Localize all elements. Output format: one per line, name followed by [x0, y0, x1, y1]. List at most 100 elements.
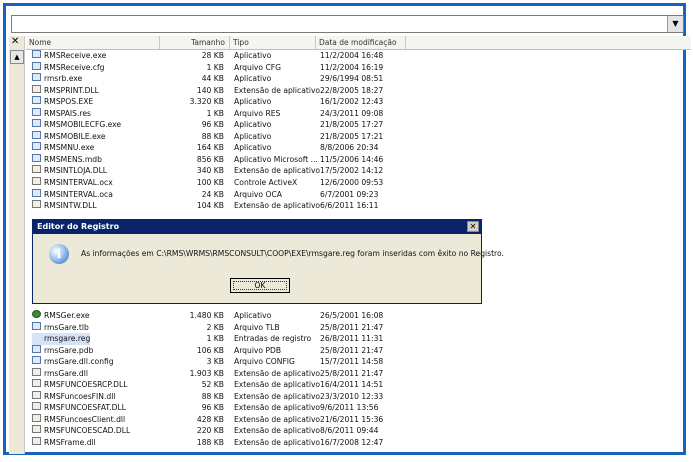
file-type: Aplicativo: [234, 143, 272, 153]
file-row[interactable]: RMSPAIS.res 1 KB Arquivo RES 24/3/2011 09:0…: [26, 107, 686, 120]
file-size: 44 KB: [201, 74, 224, 84]
file-size: 28 KB: [201, 51, 224, 60]
file-row[interactable]: RMSMOBILE.exe 88 KB Aplicativo 21/8/2005 17…: [26, 130, 686, 143]
file-date: 25/8/2011 21:47: [320, 368, 384, 378]
file-type: Extensão de aplicativo: [234, 368, 321, 378]
file-name: rmsgare.reg: [32, 333, 91, 345]
address-dropdown-icon[interactable]: ▼: [667, 16, 683, 32]
file-row[interactable]: RMSPRINT.DLL 140 KB Extensão de aplicativo…: [26, 84, 686, 97]
file-row[interactable]: RMSReceive.cfg 1 KB Arquivo CFG 11/2/2004 1…: [26, 61, 686, 74]
header-type[interactable]: Tipo: [230, 36, 316, 49]
file-row[interactable]: RMSFUNCOESFAT.DLL 96 KB Extensão de aplica…: [26, 402, 686, 414]
file-type: Controle ActiveX: [234, 178, 298, 188]
file-date: 8/8/2006 20:34: [320, 143, 379, 153]
address-bar[interactable]: ▼: [11, 15, 684, 33]
file-size: 1 KB: [206, 334, 224, 344]
file-size: 1 KB: [206, 62, 224, 72]
file-size: 140 KB: [196, 85, 224, 95]
file-name: RMSINTLOJA.DLL: [44, 166, 108, 176]
file-type: Arquivo RES: [234, 108, 281, 118]
file-date: 11/5/2006 14:46: [320, 154, 384, 164]
file-name: RMSMOBILECFG.exe: [44, 120, 122, 130]
file-size: 1 KB: [206, 108, 224, 118]
file-date: 21/8/2005 17:27: [320, 120, 384, 130]
column-header: Nome Tamanho Tipo Data de modificação: [26, 36, 691, 50]
file-name: RMSMOBILE.exe: [44, 131, 106, 141]
file-row[interactable]: RMSINTERVAL.ocx 100 KB Controle ActiveX 12/…: [26, 177, 686, 189]
file-name: RMSFrame.dll: [44, 438, 96, 448]
file-row[interactable]: RMSPOS.EXE 3.320 KB Aplicativo 16/1/2002 12…: [26, 96, 686, 108]
dialog-close-icon[interactable]: ✕: [467, 221, 479, 232]
file-row[interactable]: RMSFUNCOESRCP.DLL 52 KB Extensão de aplica…: [26, 379, 686, 391]
file-name: rmsGare.tlb: [44, 322, 89, 332]
dialog-message: As informações em C:\RMS\WRMS\RMSCONSULT…: [81, 249, 504, 258]
registry-editor-dialog: Editor do Registro ✕ i As informações em…: [32, 219, 504, 304]
file-size: 88 KB: [201, 131, 224, 141]
file-row[interactable]: RMSINTLOJA.DLL 340 KB Extensão de aplicati…: [26, 165, 686, 177]
file-date: 21/6/2011 15:36: [320, 414, 384, 424]
file-name: RMSMNU.exe: [44, 143, 95, 153]
file-name: rmsGare.dll: [44, 368, 88, 378]
file-date: 16/7/2008 12:47: [320, 438, 384, 448]
file-row[interactable]: RMSReceive.exe 28 KB Aplicativo 11/2/2004 1…: [26, 50, 686, 62]
file-row[interactable]: RMSFUNCOESCAD.DLL 220 KB Extensão de aplic…: [26, 425, 686, 437]
file-size: 100 KB: [196, 178, 224, 188]
file-date: 8/6/2011 09:44: [320, 426, 379, 436]
file-size: 2 KB: [206, 322, 224, 332]
file-name: RMSPAIS.res: [44, 108, 91, 118]
file-type: Extensão de aplicativo: [234, 391, 321, 401]
file-type: Extensão de aplicativo: [234, 380, 321, 390]
file-type: Aplicativo: [234, 51, 272, 60]
ok-button[interactable]: OK: [230, 278, 290, 293]
file-name: RMSINTERVAL.ocx: [44, 178, 113, 188]
file-size: 188 KB: [196, 438, 224, 448]
file-date: 11/2/2004 16:19: [320, 62, 384, 72]
file-row[interactable]: rmsGare.tlb 2 KB Arquivo TLB 25/8/2011 21:4…: [26, 321, 686, 334]
file-date: 15/7/2011 14:58: [320, 357, 384, 367]
file-type: Extensão de aplicativo: [234, 414, 321, 424]
file-type: Entradas de registro: [234, 334, 312, 344]
file-name: RMSFUNCOESFAT.DLL: [44, 403, 126, 413]
file-size: 1.480 KB: [189, 311, 224, 320]
close-pane-icon[interactable]: ✕: [11, 36, 19, 47]
file-size: 164 KB: [196, 143, 224, 153]
file-date: 29/6/1994 08:51: [320, 74, 384, 84]
file-date: 9/6/2011 13:56: [320, 403, 379, 413]
file-row[interactable]: RMSMOBILECFG.exe 96 KB Aplicativo 21/8/2005…: [26, 119, 686, 131]
file-type: Arquivo CFG: [234, 62, 282, 72]
file-type: Aplicativo: [234, 120, 272, 130]
file-type: Extensão de aplicativo: [234, 426, 321, 436]
file-date: 26/8/2011 11:31: [320, 334, 384, 344]
file-size: 340 KB: [196, 166, 224, 176]
file-row[interactable]: RMSFuncoesClient.dll 428 KB Extensão de ap…: [26, 413, 686, 426]
file-name: RMSFuncoesClient.dll: [44, 414, 126, 424]
file-row[interactable]: rmsGare.dll 1.903 KB Extensão de aplicativ…: [26, 367, 686, 380]
file-name: RMSFUNCOESCAD.DLL: [44, 426, 131, 436]
scroll-up-icon[interactable]: ▲: [10, 50, 24, 64]
file-name: RMSMENS.mdb: [44, 154, 102, 164]
file-row[interactable]: rmsGare.dll.config 3 KB Arquivo CONFIG 15/7…: [26, 356, 686, 368]
file-size: 52 KB: [201, 380, 224, 390]
file-row[interactable]: rmsrb.exe 44 KB Aplicativo 29/6/1994 08:51: [26, 73, 686, 85]
file-name: rmsGare.pdb: [44, 345, 94, 355]
file-row[interactable]: RMSFuncoesFIN.dll 88 KB Extensão de aplica…: [26, 390, 686, 403]
file-row[interactable]: RMSINTW.DLL 104 KB Extensão de aplicativo 6…: [26, 200, 686, 212]
file-date: 25/8/2011 21:47: [320, 345, 384, 355]
file-row[interactable]: rmsGare.pdb 106 KB Arquivo PDB 25/8/2011 21…: [26, 344, 686, 357]
file-type: Extensão de aplicativo: [234, 85, 321, 95]
header-date[interactable]: Data de modificação: [316, 36, 406, 49]
header-name[interactable]: Nome: [26, 36, 160, 49]
file-row[interactable]: RMSFrame.dll 188 KB Extensão de aplicativo…: [26, 437, 686, 449]
file-row[interactable]: RMSMENS.mdb 856 KB Aplicativo Microsoft ..…: [26, 153, 686, 166]
file-row[interactable]: RMSMNU.exe 164 KB Aplicativo 8/8/2006 20:34: [26, 142, 686, 154]
file-name: rmsGare.dll.config: [44, 357, 114, 367]
file-row[interactable]: rmsgare.reg 1 KB Entradas de registro 26/8/…: [26, 333, 686, 345]
file-row[interactable]: RMSINTERVAL.oca 24 KB Arquivo OCA 6/7/2001 …: [26, 188, 686, 201]
file-list-top: RMSReceive.exe 28 KB Aplicativo 11/2/2004 1…: [26, 50, 686, 212]
file-date: 21/8/2005 17:21: [320, 131, 384, 141]
header-size[interactable]: Tamanho: [160, 36, 230, 49]
file-date: 12/6/2000 09:53: [320, 178, 384, 188]
file-row[interactable]: RMSGer.exe 1.480 KB Aplicativo 26/5/2001 16…: [26, 310, 686, 322]
ok-focus-ring: [233, 281, 287, 290]
file-date: 16/4/2011 14:51: [320, 380, 384, 390]
